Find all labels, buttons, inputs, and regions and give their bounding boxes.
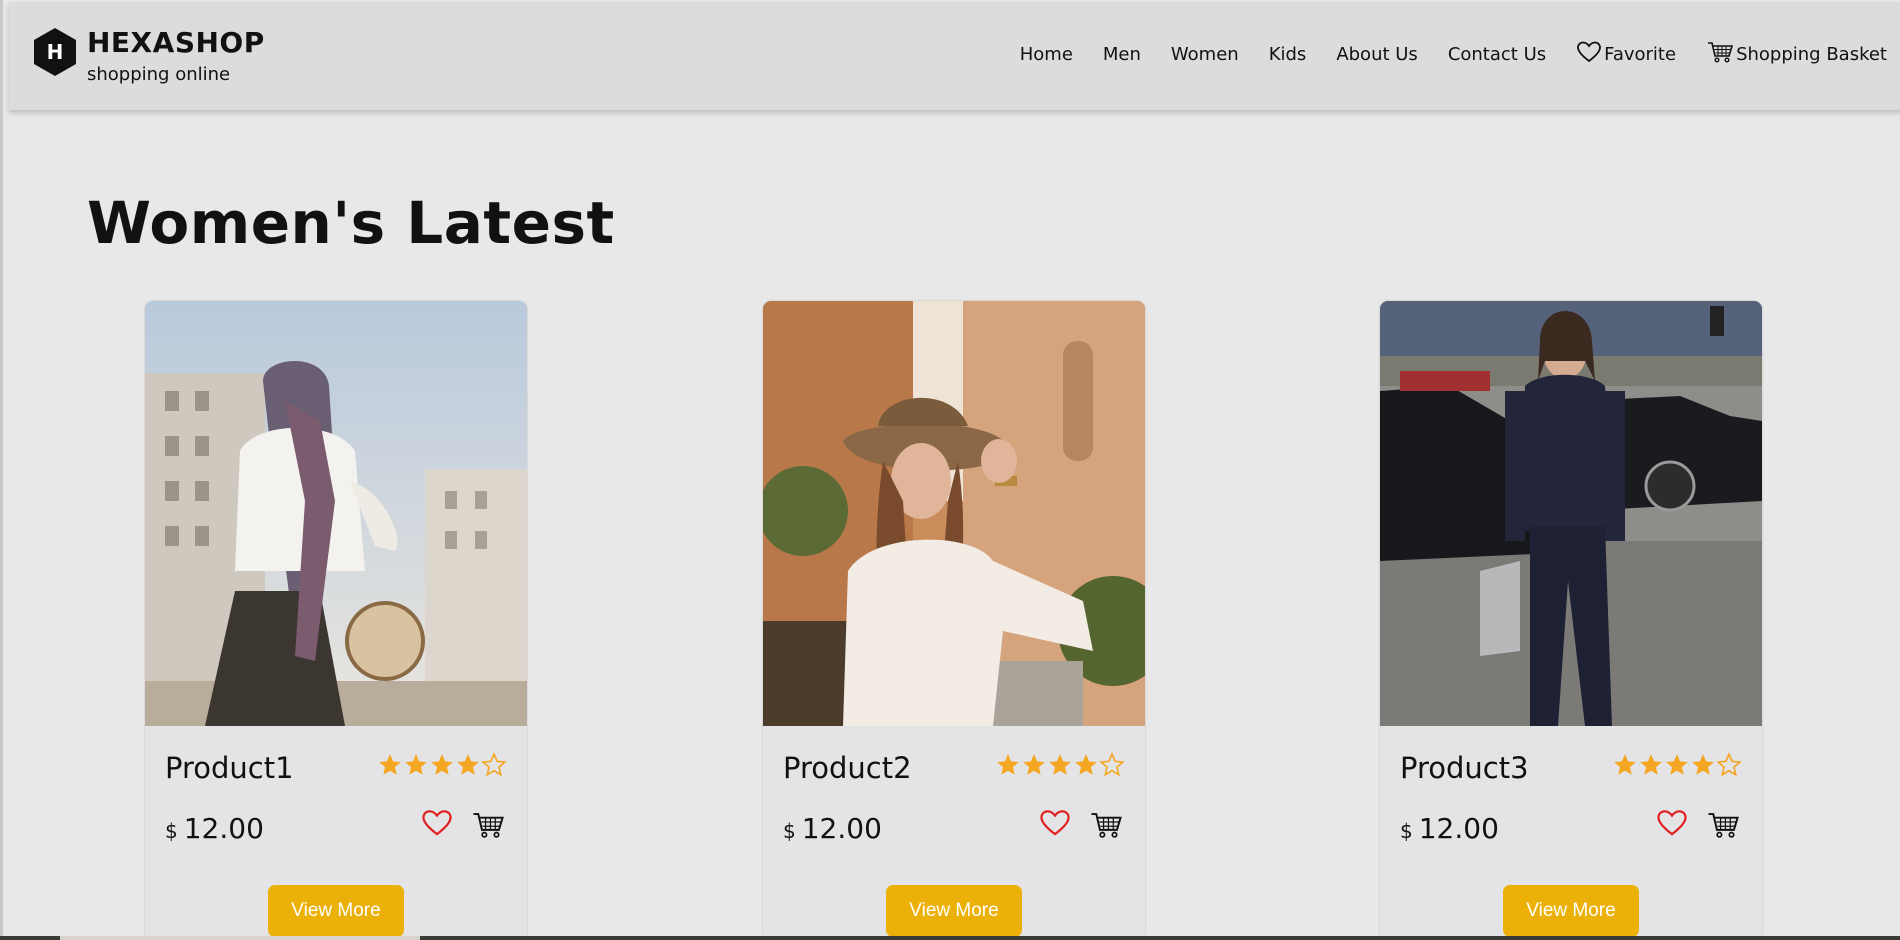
nav-label: Favorite	[1604, 44, 1677, 65]
cart-icon	[1706, 40, 1734, 69]
star-empty-icon	[481, 752, 507, 777]
star-filled-icon	[1640, 754, 1662, 775]
star-filled-icon	[997, 754, 1019, 775]
nav-men[interactable]: Men	[1103, 44, 1141, 65]
product-name: Product1	[165, 751, 294, 785]
favorite-heart-icon[interactable]	[421, 808, 453, 842]
price-amount: 12.00	[1418, 812, 1499, 845]
site-header: H HEXASHOP shopping online Home Men Wome…	[9, 2, 1900, 110]
nav-women[interactable]: Women	[1171, 44, 1239, 65]
star-empty-icon	[1099, 752, 1125, 777]
add-to-cart-icon[interactable]	[1706, 810, 1740, 844]
star-filled-icon	[1075, 754, 1097, 775]
nav-label: About Us	[1336, 44, 1418, 65]
price-amount: 12.00	[183, 812, 264, 845]
brand-tagline: shopping online	[87, 64, 231, 85]
star-filled-icon	[1692, 754, 1714, 775]
add-to-cart-icon[interactable]	[471, 810, 505, 844]
heart-icon	[1576, 40, 1602, 69]
star-filled-icon	[1023, 754, 1045, 775]
logo-letter: H	[46, 40, 64, 64]
brand-name: HEXASHOP	[87, 26, 265, 59]
nav-label: Home	[1019, 44, 1073, 65]
currency-symbol: $	[165, 819, 178, 843]
view-more-button[interactable]: View More	[1503, 885, 1639, 937]
nav-contact-us[interactable]: Contact Us	[1448, 44, 1546, 65]
woman-in-headscarf-photo	[145, 301, 527, 726]
product-price: $ 12.00	[783, 812, 882, 845]
currency-symbol: $	[783, 819, 796, 843]
section-title: Women's Latest	[87, 189, 615, 257]
view-more-button[interactable]: View More	[268, 885, 404, 937]
woman-in-suit-photo	[1380, 301, 1762, 726]
nav-kids[interactable]: Kids	[1269, 44, 1307, 65]
nav-label: Men	[1102, 44, 1141, 65]
currency-symbol: $	[1400, 819, 1413, 843]
nav-label: Women	[1170, 44, 1239, 65]
product-card: Product1 $ 12.00 View More	[145, 301, 527, 940]
product-image[interactable]	[763, 301, 1145, 726]
nav-about-us[interactable]: About Us	[1336, 44, 1418, 65]
favorite-heart-icon[interactable]	[1039, 808, 1071, 842]
star-filled-icon	[431, 754, 453, 775]
bottom-strip	[0, 936, 1900, 940]
logo[interactable]: H HEXASHOP shopping online	[31, 26, 265, 88]
star-empty-icon	[1716, 752, 1742, 777]
star-rating	[377, 752, 507, 778]
star-filled-icon	[1666, 754, 1688, 775]
nav-shopping-basket[interactable]: Shopping Basket	[1706, 40, 1887, 69]
view-more-button[interactable]: View More	[886, 885, 1022, 937]
nav-label: Kids	[1268, 44, 1307, 65]
add-to-cart-icon[interactable]	[1089, 810, 1123, 844]
price-amount: 12.00	[801, 812, 882, 845]
product-image[interactable]	[1380, 301, 1762, 726]
main-nav: Home Men Women Kids About Us Contact Us …	[990, 40, 1887, 69]
nav-label: Shopping Basket	[1736, 44, 1887, 65]
star-filled-icon	[1614, 754, 1636, 775]
product-price: $ 12.00	[1400, 812, 1499, 845]
nav-label: Contact Us	[1447, 44, 1547, 65]
star-filled-icon	[1049, 754, 1071, 775]
hexagon-logo-icon: H	[31, 26, 79, 78]
product-card: Product3 $ 12.00 View More	[1380, 301, 1762, 940]
page: H HEXASHOP shopping online Home Men Wome…	[0, 0, 1900, 940]
star-rating	[995, 752, 1125, 778]
product-price: $ 12.00	[165, 812, 264, 845]
product-name: Product2	[783, 751, 912, 785]
star-filled-icon	[457, 754, 479, 775]
star-filled-icon	[405, 754, 427, 775]
nav-favorite[interactable]: Favorite	[1576, 40, 1676, 69]
woman-in-hat-photo	[763, 301, 1145, 726]
star-rating	[1612, 752, 1742, 778]
product-card: Product2 $ 12.00 View More	[763, 301, 1145, 940]
star-filled-icon	[379, 754, 401, 775]
favorite-heart-icon[interactable]	[1656, 808, 1688, 842]
product-name: Product3	[1400, 751, 1529, 785]
nav-home[interactable]: Home	[1020, 44, 1073, 65]
product-image[interactable]	[145, 301, 527, 726]
